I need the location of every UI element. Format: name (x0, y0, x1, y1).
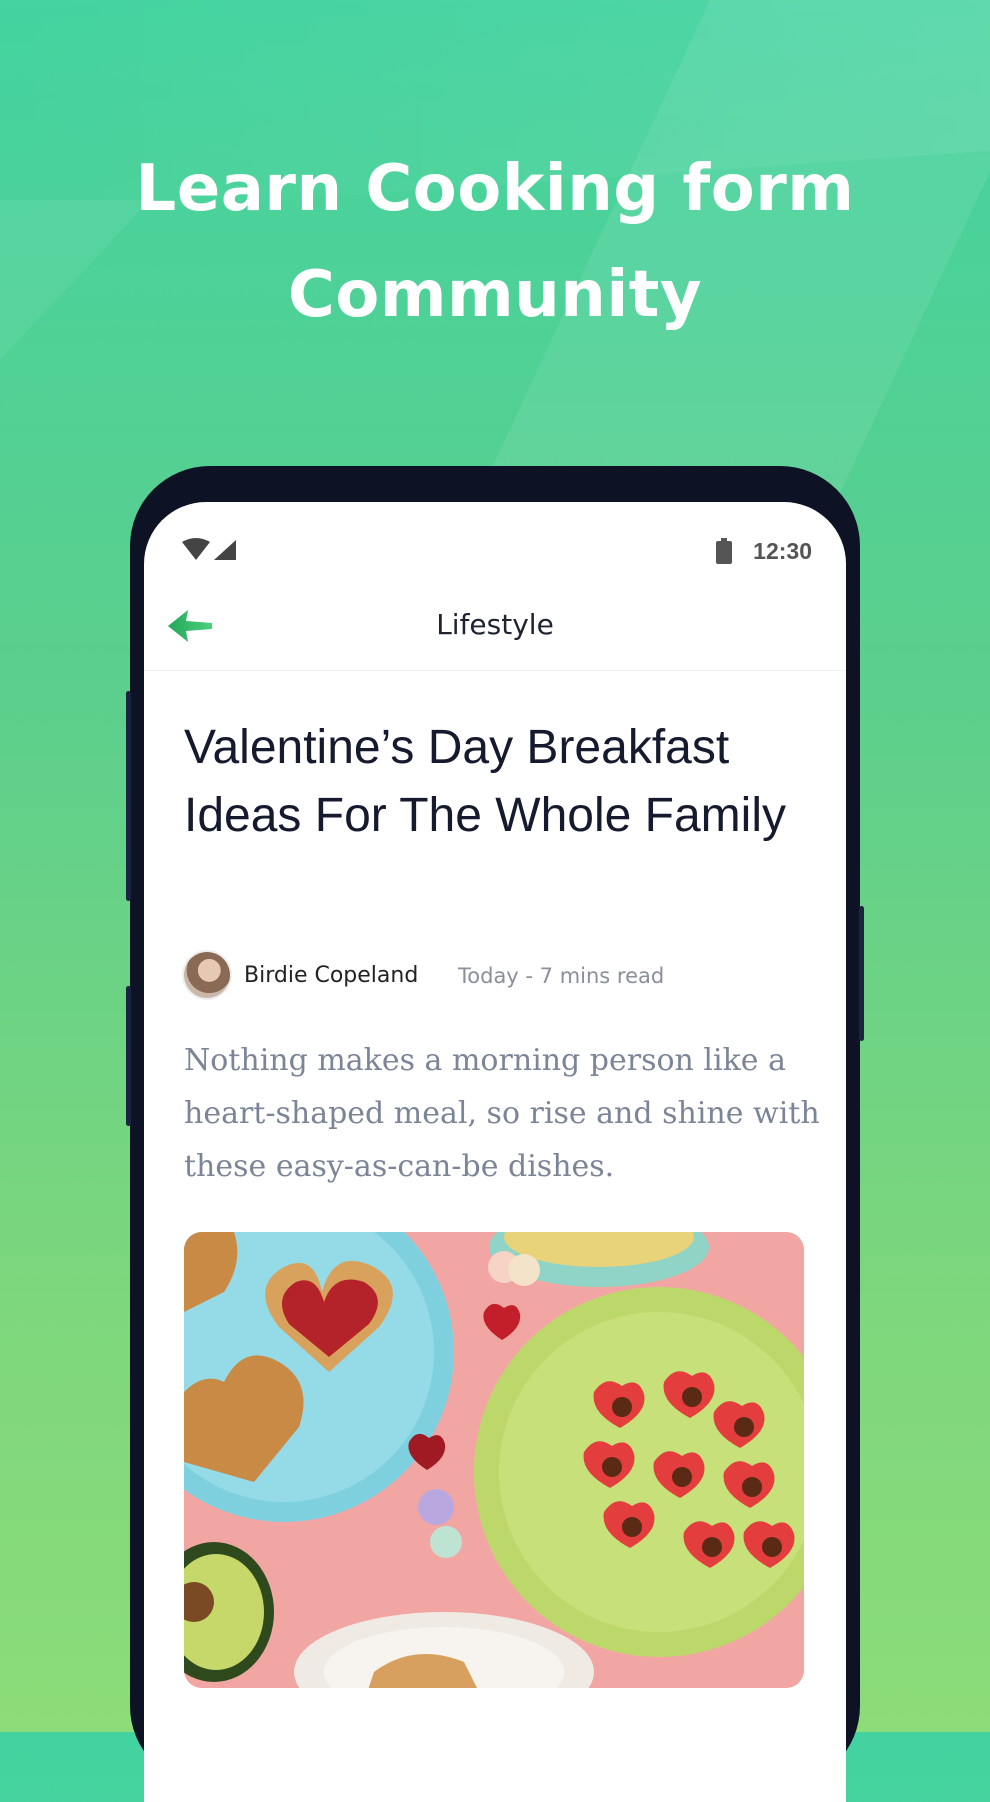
author-row: Birdie Copeland Today - 7 mins read (184, 952, 824, 1000)
read-meta: Today - 7 mins read (458, 964, 665, 988)
promo-headline-line2: Community (287, 258, 703, 332)
author-name[interactable]: Birdie Copeland (244, 963, 418, 988)
status-bar: 12:30 (144, 502, 846, 582)
promo-headline: Learn Cooking form Community (0, 136, 990, 348)
app-bar: Lifestyle (144, 582, 846, 671)
phone-side-button (126, 986, 131, 1126)
phone-frame: 12:30 Lifestyle Valentine’s Day Breakfas… (126, 466, 864, 1802)
article-title: Valentine’s Day Breakfast Ideas For The … (184, 721, 786, 842)
article-lead: Nothing makes a morning person like a he… (184, 1043, 820, 1184)
wifi-icon (180, 538, 240, 567)
page-title: Lifestyle (436, 608, 554, 641)
phone-side-button (126, 691, 131, 901)
phone-screen: 12:30 Lifestyle Valentine’s Day Breakfas… (144, 502, 846, 1802)
status-time: 12:30 (753, 538, 812, 564)
promo-headline-line1: Learn Cooking form (135, 152, 855, 226)
phone-side-button (859, 906, 864, 1041)
battery-icon (716, 538, 732, 569)
article-hero-image (184, 1232, 804, 1688)
avatar[interactable] (184, 952, 230, 998)
